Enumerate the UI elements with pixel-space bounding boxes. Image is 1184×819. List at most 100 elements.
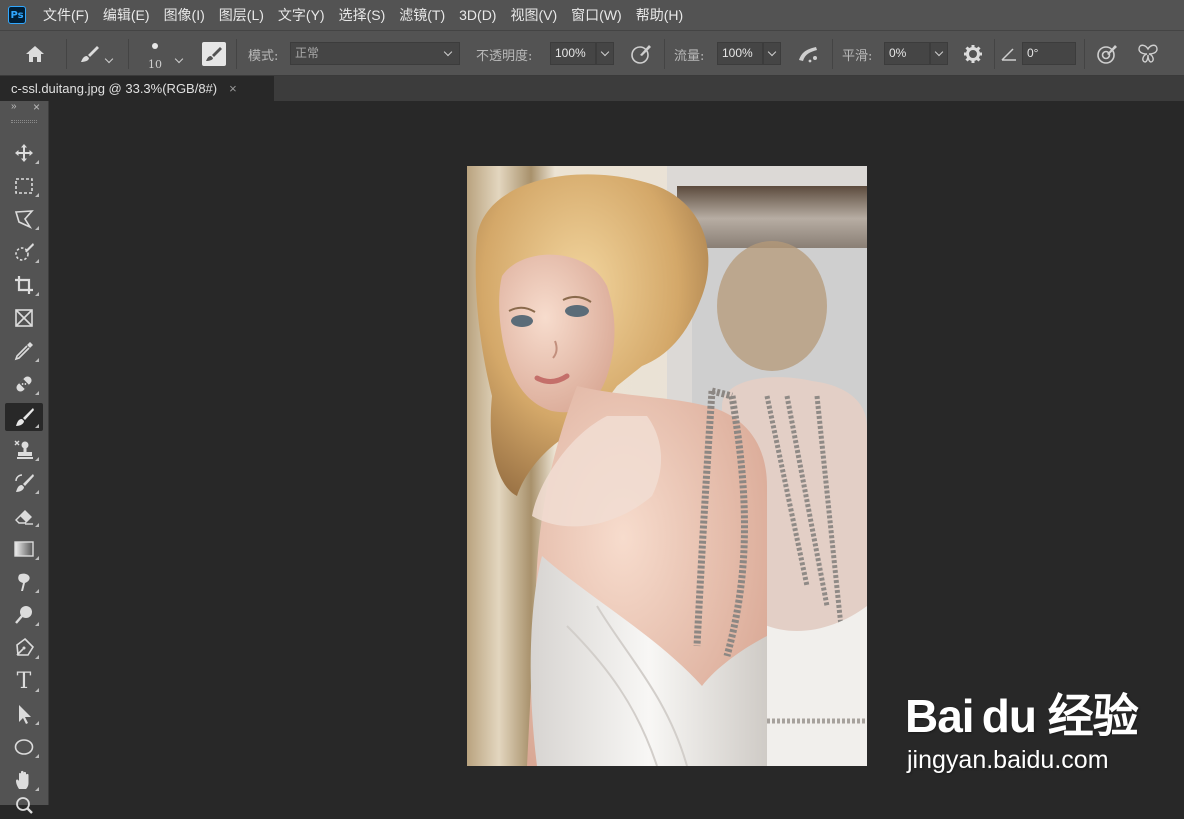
brush-tip-dot[interactable] (152, 43, 158, 49)
gradient-tool[interactable] (5, 535, 43, 563)
eraser-icon (15, 510, 33, 525)
hand-tool[interactable] (5, 766, 43, 794)
mode-label: 模式: (248, 49, 279, 64)
menu-type[interactable]: 文字(Y) (271, 0, 332, 30)
pressure-size-icon (1097, 45, 1117, 64)
home-button[interactable] (22, 42, 48, 66)
panel-grip[interactable] (11, 120, 37, 123)
clone-stamp-tool[interactable] (5, 436, 43, 464)
pen-tool[interactable] (5, 634, 43, 662)
menu-help[interactable]: 帮助(H) (629, 0, 690, 30)
symmetry-button[interactable] (1134, 42, 1162, 66)
smudge-icon (18, 573, 30, 591)
frame-icon (15, 309, 33, 327)
menu-edit[interactable]: 编辑(E) (96, 0, 157, 30)
collapse-panel-icon[interactable]: » (11, 101, 17, 112)
path-selection-tool[interactable] (5, 700, 43, 728)
opacity-pressure-toggle[interactable] (628, 42, 654, 66)
mode-select[interactable]: 正常 (290, 42, 460, 65)
menu-select[interactable]: 选择(S) (332, 0, 393, 30)
ellipse-icon (14, 739, 34, 755)
smoothing-dropdown[interactable] (930, 42, 948, 65)
mode-value: 正常 (295, 46, 320, 60)
chevron-down-icon (104, 54, 114, 64)
close-tab-icon[interactable]: × (229, 81, 237, 96)
zoom-icon (16, 797, 33, 814)
baidu-watermark: Bai du 经验 jingyan.baidu.com (905, 680, 1145, 790)
menu-window[interactable]: 窗口(W) (564, 0, 629, 30)
chevron-down-icon (443, 47, 453, 57)
brush-panel-icon (206, 47, 222, 61)
document-tab[interactable]: c-ssl.duitang.jpg @ 33.3%(RGB/8#) × (0, 76, 274, 101)
bandage-icon (16, 376, 32, 392)
options-bar: 10 模式: 正常 不透明度: 100% 流量: 100% 平滑: 0% 0° (0, 30, 1184, 76)
pressure-opacity-icon (631, 45, 651, 64)
butterfly-icon (1138, 44, 1158, 63)
smoothing-label: 平滑: (842, 49, 873, 64)
brush-size-value: 10 (148, 58, 162, 71)
stamp-icon (14, 440, 33, 459)
menu-view[interactable]: 视图(V) (503, 0, 564, 30)
eyedropper-tool[interactable] (5, 337, 43, 365)
move-icon (15, 144, 33, 162)
gear-icon (964, 45, 982, 63)
photoshop-logo-icon: Ps (8, 6, 26, 24)
menu-image[interactable]: 图像(I) (157, 0, 212, 30)
smoothing-input[interactable]: 0% (884, 42, 930, 65)
type-icon: T (16, 668, 32, 694)
quick-selection-icon (15, 243, 34, 261)
airbrush-toggle[interactable] (794, 42, 822, 66)
marquee-tool[interactable] (5, 172, 43, 200)
healing-brush-tool[interactable] (5, 370, 43, 398)
smudge-tool[interactable] (5, 568, 43, 596)
brush-icon (16, 408, 34, 426)
opacity-label: 不透明度: (476, 49, 533, 64)
history-brush-icon (15, 474, 34, 492)
crop-tool[interactable] (5, 271, 43, 299)
pressure-size-toggle[interactable] (1094, 42, 1120, 66)
flow-dropdown[interactable] (763, 42, 781, 65)
brush-settings-toggle[interactable] (202, 42, 226, 66)
chevron-down-icon (174, 54, 184, 64)
menu-layer[interactable]: 图层(L) (212, 0, 271, 30)
hand-icon (16, 770, 29, 789)
quick-selection-tool[interactable] (5, 238, 43, 266)
rect-marquee-icon (15, 178, 33, 194)
document-tab-bar: c-ssl.duitang.jpg @ 33.3%(RGB/8#) × (0, 76, 1184, 101)
angle-icon (1000, 45, 1018, 63)
airbrush-icon (799, 47, 817, 63)
close-panel-icon[interactable]: × (33, 100, 40, 114)
move-tool[interactable] (5, 139, 43, 167)
menu-bar: Ps 文件(F) 编辑(E) 图像(I) 图层(L) 文字(Y) 选择(S) 滤… (0, 0, 1184, 30)
brush-picker-dropdown[interactable] (174, 49, 188, 64)
opacity-dropdown[interactable] (596, 42, 614, 65)
tool-preset-dropdown[interactable] (104, 49, 118, 64)
watermark-logo-text: Bai du 经验 (905, 690, 1139, 742)
history-brush-tool[interactable] (5, 469, 43, 497)
tools-panel: » × T (0, 100, 49, 814)
flow-input[interactable]: 100% (717, 42, 763, 65)
tool-preset-picker[interactable] (76, 41, 102, 67)
menu-filter[interactable]: 滤镜(T) (392, 0, 452, 30)
gradient-icon (14, 541, 34, 557)
menu-3d[interactable]: 3D(D) (452, 0, 503, 30)
eyedropper-icon (14, 342, 33, 361)
smoothing-settings-button[interactable] (960, 42, 986, 66)
angle-input[interactable]: 0° (1022, 42, 1076, 65)
home-icon (26, 46, 44, 62)
brush-tool[interactable] (5, 403, 43, 431)
lasso-tool[interactable] (5, 205, 43, 233)
dodge-tool[interactable] (5, 601, 43, 629)
frame-tool[interactable] (5, 304, 43, 332)
ellipse-tool[interactable] (5, 733, 43, 761)
crop-icon (15, 276, 33, 294)
opacity-input[interactable]: 100% (550, 42, 596, 65)
flow-label: 流量: (674, 49, 705, 64)
menu-file[interactable]: 文件(F) (36, 0, 96, 30)
eraser-tool[interactable] (5, 502, 43, 530)
watermark-url: jingyan.baidu.com (907, 746, 1109, 774)
document-image[interactable] (467, 166, 867, 766)
zoom-tool[interactable] (5, 791, 43, 819)
photo-illustration (467, 166, 867, 766)
type-tool[interactable]: T (5, 667, 43, 695)
